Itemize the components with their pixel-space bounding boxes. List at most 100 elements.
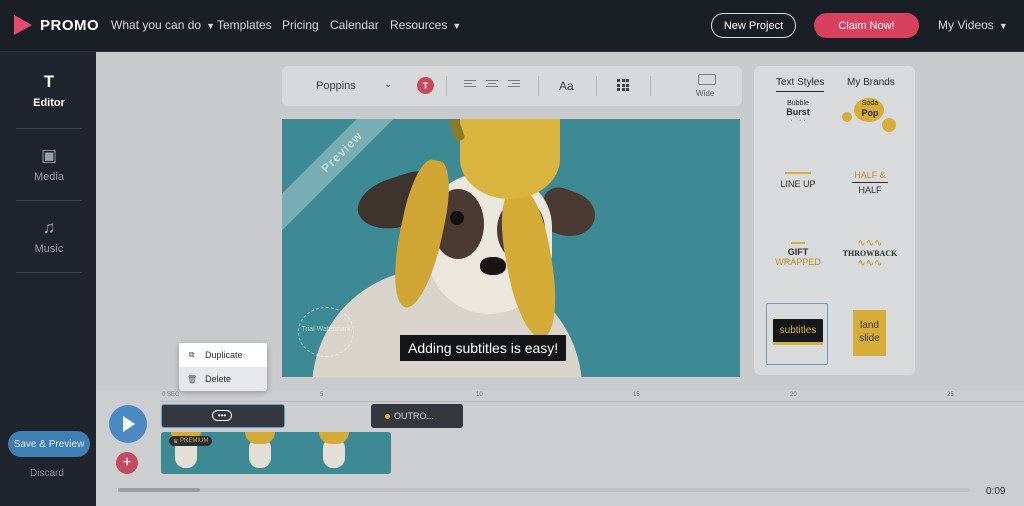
style-line-up[interactable]: LINE UP — [768, 172, 828, 189]
toolbar-divider — [650, 76, 651, 96]
style-land-slide[interactable]: land slide — [853, 310, 886, 356]
nav-pricing[interactable]: Pricing — [282, 18, 319, 32]
crown-icon: ♛ — [173, 438, 181, 445]
style-soda-pop[interactable]: Soda Pop — [840, 98, 900, 134]
timeline-ruler[interactable] — [160, 390, 1024, 402]
nav-what-you-can-do[interactable]: What you can do ▼ — [111, 18, 215, 32]
style-label: THROWBACK — [842, 249, 898, 258]
nav-calendar[interactable]: Calendar — [330, 18, 379, 32]
nav-templates[interactable]: Templates — [217, 18, 272, 32]
flourish-icon: ∿∿∿ — [857, 238, 883, 249]
ruler-tick-label: 5 — [320, 392, 324, 398]
ruler-tick-label: 0 SEC — [162, 392, 180, 398]
flourish-icon: ∿∿∿ — [857, 258, 883, 269]
style-label: LINE UP — [780, 179, 816, 189]
align-right-icon[interactable] — [508, 80, 520, 90]
subtitle-text[interactable]: Adding subtitles is easy! — [400, 335, 567, 361]
clip-thumbnail — [315, 432, 353, 474]
toolbar-divider — [446, 76, 447, 96]
sidebar-item-music[interactable]: ♫ Music — [16, 218, 82, 255]
text-toolbar: Poppins ⌄ T Aa Wide — [282, 66, 742, 106]
ruler-tick-label: 10 — [476, 392, 483, 398]
clip-label: OUTRO... — [394, 411, 434, 421]
style-half-and-half[interactable]: HALF & HALF — [840, 170, 900, 195]
bubble-shape — [882, 118, 896, 132]
style-label: subtitles — [773, 319, 823, 345]
style-throwback[interactable]: ∿∿∿ THROWBACK ∿∿∿ — [840, 238, 900, 269]
style-label: Bubble — [787, 100, 809, 107]
style-label: HALF — [858, 185, 882, 195]
style-label: HALF & — [854, 170, 886, 180]
clip-thumbnail — [241, 432, 279, 474]
align-left-icon[interactable] — [464, 80, 476, 90]
text-color-picker[interactable]: T — [417, 77, 434, 94]
outro-clip[interactable]: OUTRO... — [371, 404, 463, 428]
font-select[interactable]: Poppins — [316, 80, 356, 92]
timeline-scrollbar[interactable] — [118, 488, 970, 492]
dog-eye-shape — [450, 211, 464, 225]
save-preview-button[interactable]: Save & Preview — [8, 431, 90, 457]
video-preview-canvas[interactable]: Preview Trial Watermark Adding subtitles… — [282, 119, 740, 377]
trash-icon: 🗑 — [187, 374, 198, 384]
style-label: GIFT — [787, 247, 809, 257]
sidebar-item-editor[interactable]: T Editor — [16, 72, 82, 109]
text-size-button[interactable]: Aa — [559, 79, 574, 93]
chevron-down-icon: ▼ — [206, 21, 215, 31]
aspect-ratio-label[interactable]: Wide — [696, 89, 714, 98]
timeline-scroll-thumb[interactable] — [118, 488, 200, 492]
sidebar-item-media[interactable]: ▣ Media — [16, 146, 82, 183]
premium-badge: ♛ PREMIUM — [169, 436, 213, 446]
aspect-ratio-icon[interactable] — [698, 74, 716, 85]
duplicate-menu-item[interactable]: ⧉ Duplicate — [179, 343, 267, 367]
sidebar-divider — [16, 272, 82, 273]
tab-text-styles[interactable]: Text Styles — [776, 77, 825, 92]
style-subtitles[interactable]: subtitles — [766, 303, 828, 365]
text-styles-panel: Text Styles My Brands Bubble Burst · ` ·… — [754, 66, 915, 375]
brand-name: PROMO — [40, 16, 100, 34]
style-bubble-burst[interactable]: Bubble Burst · ` · · — [768, 100, 828, 124]
toolbar-divider — [538, 76, 539, 96]
sidebar-item-label: Music — [34, 243, 64, 255]
add-clip-button[interactable]: + — [116, 452, 138, 474]
align-center-icon[interactable] — [486, 80, 498, 90]
style-label: Pop — [861, 108, 879, 118]
line-decoration — [791, 242, 805, 244]
video-duration: 0:09 — [986, 486, 1006, 497]
top-nav-bar: PROMO What you can do ▼ Templates Pricing… — [0, 0, 1024, 52]
sidebar-item-label: Editor — [33, 97, 65, 109]
chevron-down-icon: ▼ — [452, 21, 462, 31]
dog-nose-shape — [480, 257, 506, 275]
banana-peel-shape — [460, 119, 560, 199]
chevron-down-icon: ▼ — [998, 21, 1008, 31]
sidebar-divider — [16, 200, 82, 201]
clip-context-menu: ⧉ Duplicate 🗑 Delete — [179, 343, 267, 391]
claim-now-button[interactable]: Claim Now! — [814, 13, 919, 38]
ruler-tick-label: 25 — [947, 392, 954, 398]
toolbar-divider — [596, 76, 597, 96]
style-label: WRAPPED — [775, 257, 821, 267]
play-icon — [123, 416, 135, 432]
discard-button[interactable]: Discard — [30, 468, 64, 479]
my-videos-menu[interactable]: My Videos ▼ — [938, 18, 1008, 32]
tab-my-brands[interactable]: My Brands — [847, 77, 895, 88]
style-label: Soda — [861, 100, 879, 107]
sidebar-divider — [16, 128, 82, 129]
chevron-down-icon[interactable]: ⌄ — [384, 79, 392, 90]
ruler-tick-label: 20 — [790, 392, 797, 398]
play-logo-icon — [14, 15, 32, 35]
more-options-icon[interactable]: ••• — [212, 410, 232, 421]
style-label: Burst — [786, 107, 810, 117]
grid-icon[interactable] — [617, 79, 629, 91]
style-label: slide — [859, 333, 880, 344]
style-gift-wrapped[interactable]: GIFT WRAPPED — [768, 242, 828, 267]
delete-menu-item[interactable]: 🗑 Delete — [179, 367, 267, 391]
text-icon: T — [43, 72, 55, 91]
promo-logo[interactable]: PROMO — [14, 15, 99, 35]
style-label: land — [860, 320, 879, 331]
line-decoration — [785, 172, 811, 174]
line-decoration — [852, 182, 888, 183]
music-icon: ♫ — [42, 218, 56, 237]
clip-dot-icon — [385, 413, 390, 419]
nav-resources[interactable]: Resources ▼ — [390, 18, 461, 32]
new-project-button[interactable]: New Project — [711, 13, 796, 38]
